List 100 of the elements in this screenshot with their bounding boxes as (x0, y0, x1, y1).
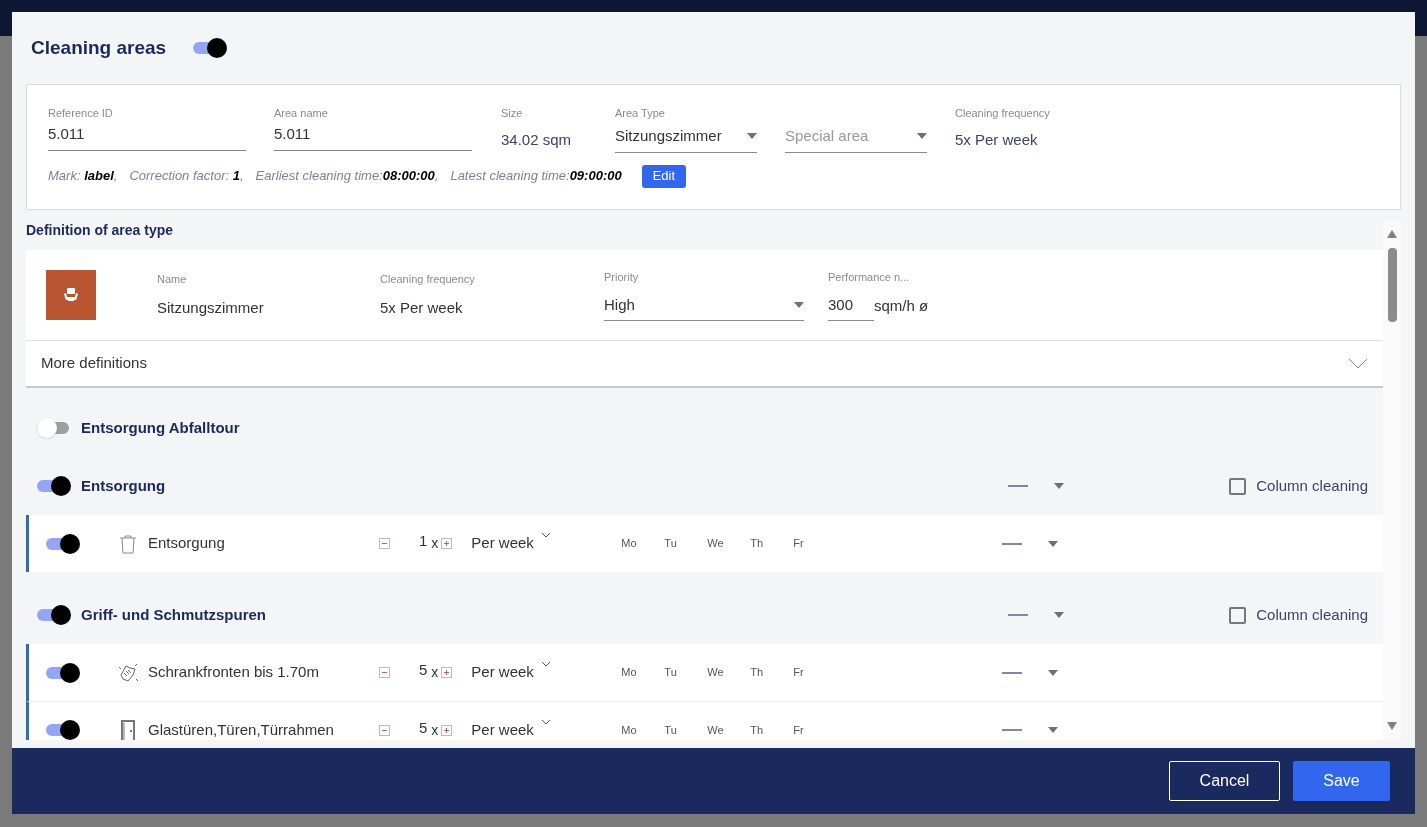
trash-icon (117, 533, 139, 554)
toggle-switch[interactable] (37, 476, 71, 496)
plus-button[interactable] (441, 724, 453, 736)
weekday-button[interactable]: Mo (621, 535, 665, 552)
text-input[interactable]: 5.011 (48, 123, 246, 151)
times-label: x (431, 663, 439, 682)
weekday-button[interactable]: Tu (664, 535, 708, 552)
unit-label: sqm/h ø (874, 295, 929, 316)
field-value: 5x Per week (955, 130, 1039, 150)
weekday-button[interactable]: Th (750, 664, 794, 681)
toggle-switch[interactable] (46, 662, 80, 683)
weekday-button[interactable]: We (707, 721, 751, 739)
dash-icon (1008, 485, 1028, 487)
info-text: Mark: label, (48, 167, 118, 186)
chair-icon (46, 270, 96, 320)
toggle-switch[interactable] (46, 720, 80, 740)
weekday-button[interactable]: Fr (793, 721, 837, 739)
field-value: 34.02 sqm (501, 130, 573, 150)
dropdown-caret-icon[interactable] (1048, 540, 1059, 547)
weekday-button[interactable]: Fr (793, 535, 837, 552)
group-title: Entsorgung (81, 475, 167, 496)
minus-button[interactable] (379, 724, 390, 736)
chevron-down-icon[interactable] (540, 532, 551, 539)
count-value: 5 (419, 717, 428, 738)
field-label: Cleaning frequency (380, 271, 476, 287)
text-input[interactable]: 5.011 (274, 123, 472, 151)
weekday-button[interactable]: Fr (793, 664, 837, 681)
dropdown-caret-icon[interactable] (747, 133, 757, 140)
dialog-title: Cleaning areas (31, 35, 167, 60)
dropdown-field[interactable]: High (604, 293, 804, 321)
dash-icon (1002, 542, 1023, 545)
period-dropdown[interactable]: Per week (471, 532, 622, 555)
dropdown-caret-icon[interactable] (1054, 612, 1064, 618)
more-definitions-row[interactable]: More definitions (26, 340, 1383, 388)
group-title: Griff- und Schmutzspuren (81, 604, 267, 625)
cancel-button[interactable]: Cancel (1169, 761, 1280, 801)
scroll-down-arrow-icon[interactable] (1387, 722, 1397, 730)
task-name: Glastüren,Türen,Türrahmen (148, 719, 335, 740)
scroll-up-arrow-icon[interactable] (1387, 230, 1397, 238)
weekday-button[interactable]: Tu (664, 721, 708, 739)
wiping-hand-icon (117, 662, 139, 683)
count-value: 1 (419, 531, 428, 552)
field-label: Cleaning frequency (955, 106, 1051, 119)
dash-icon (1008, 614, 1028, 616)
field-label: Name (157, 271, 188, 287)
dropdown-field[interactable]: Sitzungszimmer (615, 125, 757, 153)
weekday-button[interactable]: Mo (621, 721, 665, 739)
dash-icon (1002, 729, 1023, 731)
weekday-button[interactable]: We (707, 664, 751, 681)
dropdown-caret-icon[interactable] (1048, 669, 1059, 676)
weekday-button[interactable]: Th (750, 721, 794, 739)
period-dropdown[interactable]: Per week (471, 718, 622, 740)
weekday-button[interactable]: Mo (621, 664, 665, 681)
field-label: Priority (604, 270, 640, 285)
plus-button[interactable] (441, 538, 453, 549)
field-label: Performance n... (828, 270, 911, 285)
minus-button[interactable] (379, 538, 390, 549)
section-title: Definition of area type (26, 220, 175, 240)
field-label: Area Type (615, 106, 666, 119)
info-text: Earliest cleaning time:08:00:00, (255, 167, 439, 186)
dropdown-caret-icon[interactable] (1048, 727, 1059, 733)
field-label: Reference ID (48, 106, 114, 119)
dropdown-caret-icon[interactable] (794, 301, 804, 308)
toggle-switch[interactable] (193, 38, 228, 58)
task-name: Schrankfronten bis 1.70m (148, 662, 320, 683)
period-dropdown[interactable]: Per week (471, 661, 622, 684)
toggle-switch[interactable] (37, 418, 71, 438)
field-value: Sitzungszimmer (157, 298, 265, 318)
dash-icon (1002, 671, 1023, 674)
checkbox[interactable] (1229, 477, 1247, 495)
field-label: Area name (274, 106, 329, 119)
plus-button[interactable] (441, 667, 453, 678)
weekday-button[interactable]: We (707, 535, 751, 552)
dropdown-caret-icon[interactable] (1054, 483, 1064, 489)
minus-button[interactable] (379, 667, 390, 678)
group-title: Entsorgung Abfalltour (81, 417, 241, 438)
task-name: Entsorgung (148, 533, 226, 554)
checkbox[interactable] (1229, 606, 1247, 624)
number-input[interactable]: 300 (828, 293, 874, 321)
save-button[interactable]: Save (1293, 761, 1390, 801)
field-value: 5x Per week (380, 298, 464, 318)
scrollbar-thumb[interactable] (1388, 248, 1397, 322)
checkbox-label: Column cleaning (1256, 475, 1368, 496)
chevron-down-icon[interactable] (540, 718, 551, 725)
info-text: Latest cleaning time:09:00:00 (450, 167, 622, 186)
chevron-down-icon[interactable] (540, 661, 551, 668)
field-label: Size (501, 106, 524, 119)
scrollbar[interactable] (1383, 220, 1401, 740)
count-value: 5 (419, 660, 428, 681)
toggle-switch[interactable] (46, 533, 80, 554)
dropdown-caret-icon[interactable] (917, 133, 927, 140)
times-label: x (431, 720, 439, 740)
toggle-switch[interactable] (37, 605, 71, 625)
weekday-button[interactable]: Tu (664, 664, 708, 681)
info-text: Correction factor: 1, (129, 167, 244, 186)
checkbox-label: Column cleaning (1256, 604, 1368, 625)
times-label: x (431, 534, 439, 553)
chevron-icon (1348, 358, 1368, 369)
edit-button[interactable]: Edit (641, 164, 687, 188)
weekday-button[interactable]: Th (750, 535, 794, 552)
